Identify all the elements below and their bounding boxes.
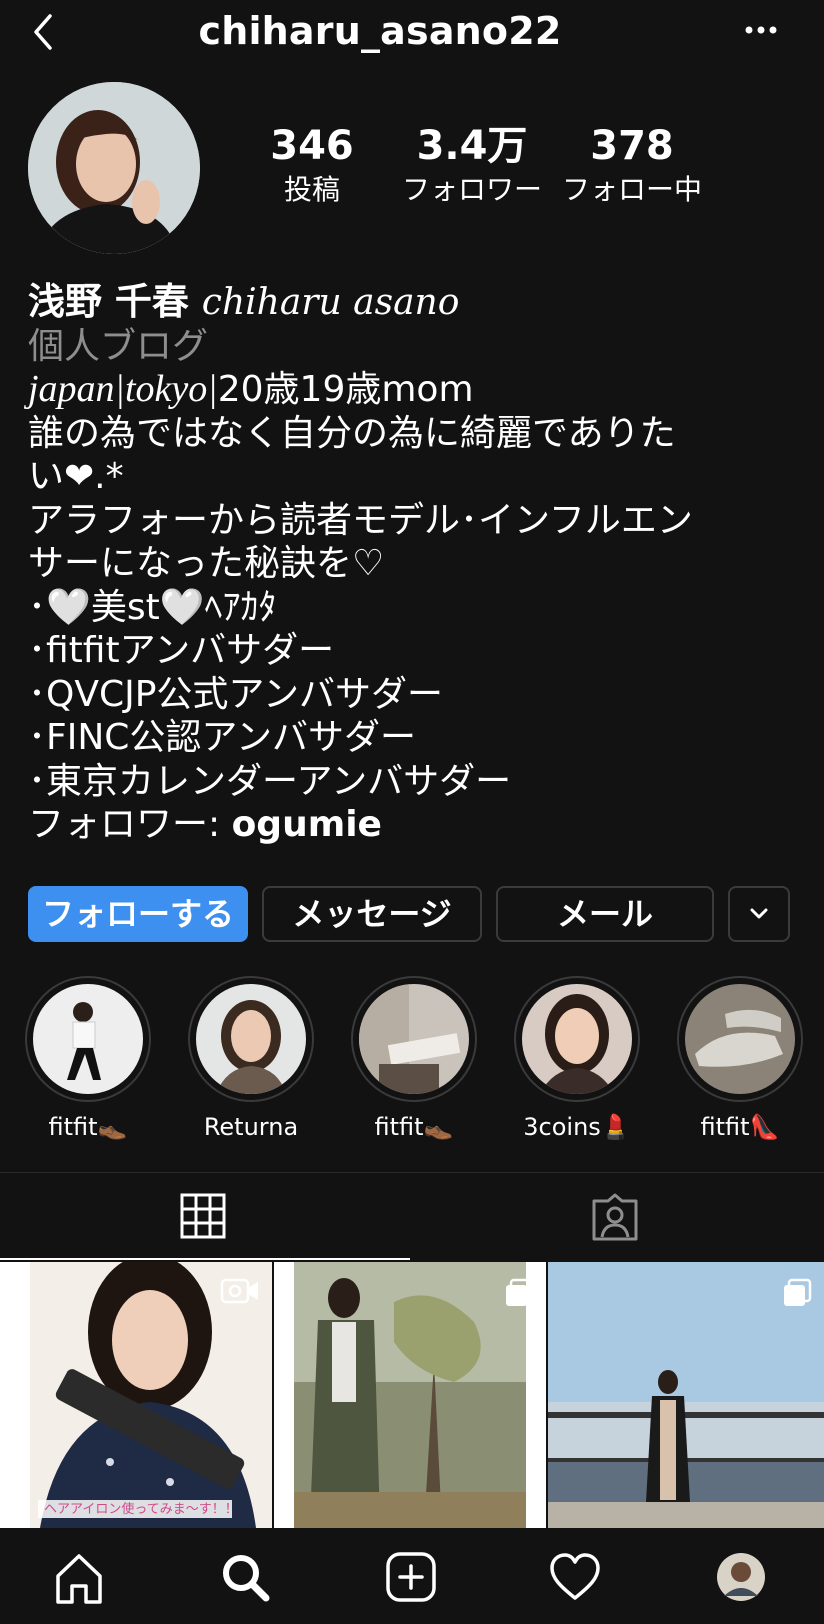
message-button[interactable]: メッセージ [262,886,482,942]
display-name-en: chiharu asano [201,282,460,323]
bio-age: 20歳19歳mom [217,369,474,410]
bio-line: ･東京カレンダーアンバサダー [28,760,512,802]
add-post-icon [386,1552,436,1602]
display-name: 浅野 千春 chiharu asano [28,280,808,325]
highlight-item[interactable]: fitfit👠 [670,976,810,1142]
highlight-label: fitfit👠 [700,1113,780,1141]
highlight-label: fitfit👞 [48,1113,128,1141]
highlight-item[interactable]: fitfit👞 [18,976,158,1142]
profile-bio: 浅野 千春 chiharu asano 個人ブログ japan|tokyo|20… [28,280,808,847]
highlight-ring [25,976,151,1102]
highlight-item[interactable]: Returna [181,976,321,1142]
highlight-item[interactable]: fitfit👞 [344,976,484,1142]
following-count-label: フォロー中 [561,173,702,206]
follow-button[interactable]: フォローする [28,886,248,942]
post-thumbnail[interactable] [548,1262,824,1528]
posts-count-value: 346 [270,123,354,169]
followed-by-prefix: フォロワー: [28,804,232,845]
bio-line: い❤︎.* [28,456,124,497]
highlight-cover [359,984,469,1094]
chevron-left-icon [34,14,52,50]
highlight-item[interactable]: 3coins💄 [507,976,647,1142]
grid-icon [180,1193,226,1239]
highlight-ring [188,976,314,1102]
heart-icon [550,1553,600,1600]
following-count[interactable]: 378 フォロー中 [552,120,712,208]
carousel-icon [506,1278,534,1306]
suggested-accounts-button[interactable] [728,886,790,942]
highlight-ring [351,976,477,1102]
highlight-cover [33,984,143,1094]
posts-count-label: 投稿 [283,173,340,206]
highlight-label: fitfit👞 [374,1113,454,1141]
highlight-ring [514,976,640,1102]
bio-line: japan|tokyo|20歳19歳mom [28,368,808,412]
bio-location: japan|tokyo| [28,368,218,410]
bio-line: ･QVCJP公式アンバサダー [28,673,443,715]
highlight-cover [196,984,306,1094]
bio-line: 誰の為ではなく自分の為に綺麗でありた [28,412,676,454]
bio-line: サーになった秘訣を♡ [28,543,385,584]
active-tab-indicator [0,1258,410,1260]
avatar-photo [28,82,200,254]
followers-count-value: 3.4万 [416,123,528,169]
nav-add-post[interactable] [376,1542,446,1612]
highlight-cover [685,984,795,1094]
carousel-icon [784,1278,812,1306]
chevron-down-icon [750,908,768,919]
highlight-ring [677,976,803,1102]
profile-avatar [717,1553,765,1601]
posts-count[interactable]: 346 投稿 [232,120,392,208]
display-name-jp: 浅野 千春 [28,280,189,323]
post-thumbnail[interactable]: ヘアアイロン使ってみま〜す！！ [0,1262,272,1528]
post-caption-overlay: ヘアアイロン使ってみま〜す！！ [44,1502,238,1517]
followed-by[interactable]: フォロワー: ogumie [28,803,808,847]
followed-by-user[interactable]: ogumie [232,804,382,845]
profile-avatar[interactable] [28,82,200,254]
profile-username: chiharu_asano22 [198,9,562,53]
highlight-label: 3coins💄 [523,1113,631,1141]
profile-category: 個人ブログ [28,325,209,367]
post-thumbnail[interactable] [274,1262,546,1528]
highlight-label: Returna [203,1113,299,1141]
bottom-navigation [0,1528,824,1624]
ellipsis-icon [745,26,777,34]
tagged-person-icon [592,1193,638,1241]
back-button[interactable] [26,6,66,54]
bio-line: ･🤍美st🤍ﾍｱｶﾀ [28,586,277,628]
options-button[interactable] [740,10,784,50]
nav-activity[interactable] [540,1542,610,1612]
nav-search[interactable] [210,1542,280,1612]
following-count-value: 378 [590,123,674,169]
bio-line: アラフォーから読者モデル･インフルエン [28,499,693,541]
home-icon [56,1554,102,1604]
followers-count[interactable]: 3.4万 フォロワー [392,120,552,208]
bio-line: ･FINC公認アンバサダー [28,717,416,758]
nav-home[interactable] [44,1542,114,1612]
tab-posts-grid[interactable] [0,1173,410,1263]
nav-profile[interactable] [706,1542,776,1612]
tab-tagged[interactable] [410,1173,824,1263]
bio-line: ･fitfitアンバサダー [28,630,335,671]
highlight-cover [522,984,632,1094]
followers-count-label: フォロワー [401,173,542,206]
video-camera-icon [220,1278,258,1304]
mail-button[interactable]: メール [496,886,714,942]
search-icon [223,1555,270,1602]
